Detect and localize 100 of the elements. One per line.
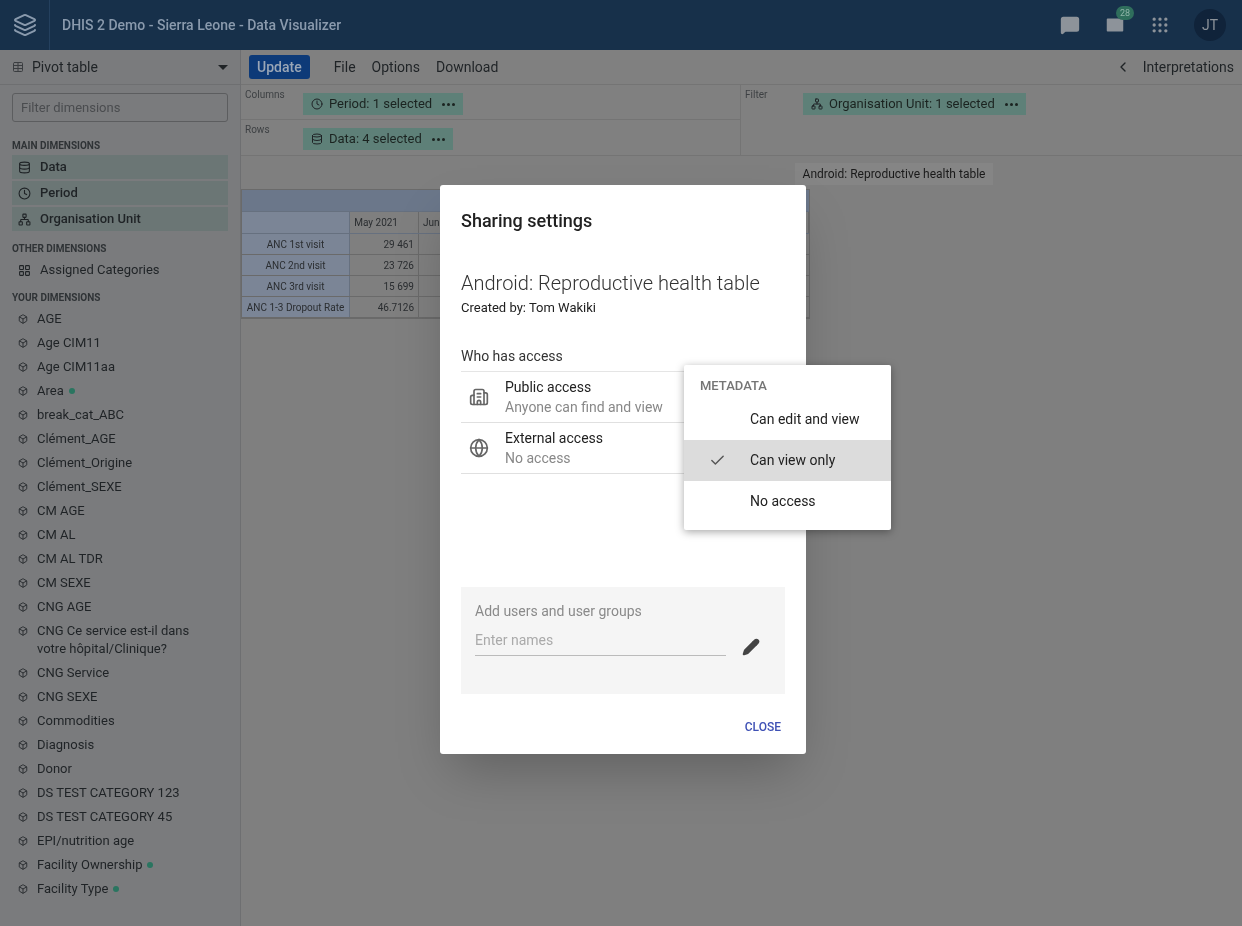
dimension-item[interactable]: Age CIM11 bbox=[12, 331, 228, 355]
dimension-item[interactable]: DS TEST CATEGORY 123 bbox=[12, 781, 228, 805]
dimension-item[interactable]: CNG Service bbox=[12, 661, 228, 685]
dimension-item[interactable]: Clément_SEXE bbox=[12, 475, 228, 499]
cube-icon bbox=[18, 482, 28, 492]
names-field[interactable]: Enter names bbox=[475, 629, 726, 656]
clock-icon bbox=[311, 98, 323, 110]
hierarchy-icon bbox=[18, 212, 31, 226]
cube-icon bbox=[18, 692, 28, 702]
database-icon bbox=[18, 160, 31, 174]
axis-label: Filter bbox=[745, 88, 769, 102]
dimension-label: Clément_SEXE bbox=[37, 478, 122, 496]
dimension-label: DS TEST CATEGORY 45 bbox=[37, 808, 173, 826]
dimension-chip[interactable]: Organisation Unit: 1 selected bbox=[803, 93, 1026, 115]
chat-icon[interactable] bbox=[1060, 15, 1080, 35]
dimension-label: AGE bbox=[37, 310, 62, 328]
dimension-label: Age CIM11 bbox=[37, 334, 101, 352]
dimension-item[interactable]: Data bbox=[12, 155, 228, 179]
dimension-item[interactable]: Facility Type bbox=[12, 877, 228, 901]
dimension-item[interactable]: DS TEST CATEGORY 45 bbox=[12, 805, 228, 829]
close-button[interactable]: CLOSE bbox=[740, 718, 785, 736]
dimension-item[interactable]: Diagnosis bbox=[12, 733, 228, 757]
row-header: ANC 2nd visit bbox=[242, 255, 350, 275]
dimension-label: CM AL bbox=[37, 526, 76, 544]
caret-icon bbox=[218, 64, 228, 70]
cube-icon bbox=[18, 458, 28, 468]
cube-icon bbox=[18, 716, 28, 726]
section-heading: OTHER DIMENSIONS bbox=[11, 242, 108, 256]
dimension-item[interactable]: CM AGE bbox=[12, 499, 228, 523]
building-icon bbox=[469, 386, 489, 407]
avatar[interactable]: JT bbox=[1194, 9, 1226, 41]
dimension-item[interactable]: CNG SEXE bbox=[12, 685, 228, 709]
dimension-item[interactable]: CM AL TDR bbox=[12, 547, 228, 571]
dimension-chip[interactable]: Period: 1 selected bbox=[303, 93, 464, 115]
dimension-item[interactable]: Clément_AGE bbox=[12, 427, 228, 451]
dimension-item[interactable]: Area bbox=[12, 379, 228, 403]
dimension-item[interactable]: Period bbox=[12, 181, 228, 205]
dimension-item[interactable]: CNG AGE bbox=[12, 595, 228, 619]
dimension-label: Clément_AGE bbox=[37, 430, 116, 448]
dimension-label: Commodities bbox=[37, 712, 115, 730]
dimension-item[interactable]: CM SEXE bbox=[12, 571, 228, 595]
dimension-label: CNG Service bbox=[37, 664, 110, 682]
dimension-label: Diagnosis bbox=[37, 736, 95, 754]
add-users-heading: Add users and user groups bbox=[475, 601, 643, 621]
dimension-item[interactable]: AGE bbox=[12, 307, 228, 331]
access-description: No access bbox=[505, 448, 572, 468]
menu-option[interactable]: Can view only bbox=[684, 440, 891, 481]
dimension-chip[interactable]: Data: 4 selected bbox=[303, 128, 453, 150]
dimension-item[interactable]: Organisation Unit bbox=[12, 207, 228, 231]
dimension-item[interactable]: Age CIM11aa bbox=[12, 355, 228, 379]
table-icon bbox=[12, 61, 24, 73]
dimension-label: EPI/nutrition age bbox=[37, 832, 135, 850]
visualization-type-selector[interactable]: Pivot table bbox=[0, 50, 240, 85]
menu-option[interactable]: No access bbox=[684, 481, 891, 522]
clock-icon bbox=[18, 186, 31, 200]
dimension-label: Data bbox=[40, 158, 67, 176]
cube-icon bbox=[18, 668, 28, 678]
menu-button[interactable]: Options bbox=[371, 56, 421, 78]
dimension-item[interactable]: Assigned Categories bbox=[12, 258, 228, 282]
dimension-label: CM AL TDR bbox=[37, 550, 103, 568]
dimension-label: CNG Ce service est-il dans votre hôpital/Clinique? bbox=[37, 622, 191, 658]
axis-label: Columns bbox=[245, 88, 286, 102]
dimension-item[interactable]: Commodities bbox=[12, 709, 228, 733]
dimension-item[interactable]: Facility Ownership bbox=[12, 853, 228, 877]
menu-button[interactable]: File bbox=[333, 56, 356, 78]
dimension-item[interactable]: Clément_Origine bbox=[12, 451, 228, 475]
cube-icon bbox=[18, 410, 28, 420]
dimension-label: CNG AGE bbox=[37, 598, 92, 616]
dimension-label: Facility Type bbox=[37, 880, 109, 898]
more-icon bbox=[431, 137, 445, 141]
dimension-item[interactable]: CM AL bbox=[12, 523, 228, 547]
access-heading: Who has access bbox=[461, 346, 564, 366]
dimension-item[interactable]: CNG Ce service est-il dans votre hôpital/Clinique? bbox=[12, 619, 228, 661]
cube-icon bbox=[18, 860, 28, 870]
interpretations-button[interactable]: Interpretations bbox=[1114, 56, 1234, 78]
dimension-item[interactable]: Donor bbox=[12, 757, 228, 781]
dimension-item[interactable]: EPI/nutrition age bbox=[12, 829, 228, 853]
cube-icon bbox=[18, 434, 28, 444]
dimension-label: CNG SEXE bbox=[37, 688, 98, 706]
dialog-title: Sharing settings bbox=[461, 209, 594, 233]
dimension-label: Facility Ownership bbox=[37, 856, 143, 874]
axis-label: Rows bbox=[245, 123, 271, 137]
dimension-label: Period bbox=[40, 184, 78, 202]
dimension-label: CM SEXE bbox=[37, 574, 91, 592]
section-heading: MAIN DIMENSIONS bbox=[11, 139, 102, 153]
update-button[interactable]: Update bbox=[249, 55, 310, 79]
more-icon bbox=[442, 102, 456, 106]
access-name: External access bbox=[505, 428, 604, 448]
cube-icon bbox=[18, 626, 28, 636]
section-heading: YOUR DIMENSIONS bbox=[11, 291, 102, 305]
cube-icon bbox=[18, 602, 28, 612]
cube-icon bbox=[18, 506, 28, 516]
pencil-icon[interactable] bbox=[742, 637, 760, 656]
dimension-label: break_cat_ABC bbox=[37, 406, 125, 424]
access-description: Anyone can find and view bbox=[505, 397, 663, 417]
dimension-item[interactable]: break_cat_ABC bbox=[12, 403, 228, 427]
cube-icon bbox=[18, 338, 28, 348]
more-icon bbox=[1004, 102, 1018, 106]
menu-button[interactable]: Download bbox=[436, 56, 499, 78]
apps-icon[interactable] bbox=[1150, 15, 1170, 35]
